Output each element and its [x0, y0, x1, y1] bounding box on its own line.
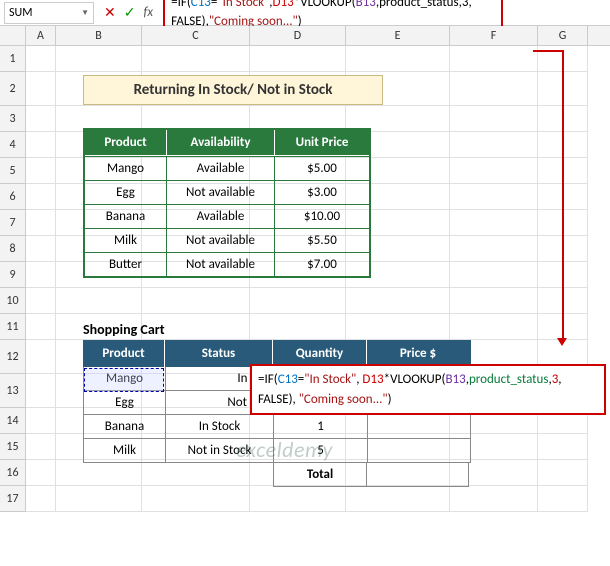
- row-header-17[interactable]: 17: [0, 486, 25, 512]
- cart-table-header: Product Status Quantity Price $: [83, 340, 471, 367]
- cells-area[interactable]: Returning In Stock/ Not in Stock Product…: [26, 46, 610, 512]
- row-header-14[interactable]: 14: [0, 408, 25, 434]
- th-product: Product: [85, 130, 167, 155]
- product-table-header: Product Availability Unit Price: [85, 130, 369, 156]
- row-header-10[interactable]: 10: [0, 288, 25, 314]
- col-header-C[interactable]: C: [142, 26, 250, 45]
- spreadsheet-area: A B C D E F G 1 2 3 4 5 6 7 8 9 10 11 12…: [0, 26, 610, 512]
- table-row: MilkNot in Stock5: [83, 439, 471, 463]
- col-header-D[interactable]: D: [250, 26, 346, 45]
- select-all-corner[interactable]: [0, 26, 26, 45]
- row-header-12[interactable]: 12: [0, 340, 25, 374]
- table-row: EggNot available$3.00: [85, 180, 369, 204]
- accept-formula-icon[interactable]: ✓: [124, 4, 136, 21]
- th-cart-price: Price $: [367, 340, 469, 367]
- th-cart-product: Product: [83, 340, 165, 367]
- cancel-formula-icon[interactable]: ✕: [104, 4, 116, 21]
- row-header-9[interactable]: 9: [0, 262, 25, 288]
- table-row: MangoAvailable$5.00: [85, 156, 369, 180]
- th-cart-qty: Quantity: [273, 340, 367, 367]
- name-box-value: SUM: [9, 6, 32, 20]
- total-label: Total: [274, 463, 367, 486]
- cart-title: Shopping Cart: [83, 321, 165, 338]
- col-header-A[interactable]: A: [26, 26, 56, 45]
- row-header-13[interactable]: 13: [0, 374, 25, 408]
- row-header-3[interactable]: 3: [0, 106, 25, 132]
- column-headers: A B C D E F G: [0, 26, 610, 46]
- sheet-title: Returning In Stock/ Not in Stock: [83, 75, 383, 105]
- row-header-5[interactable]: 5: [0, 158, 25, 184]
- row-header-4[interactable]: 4: [0, 132, 25, 158]
- formula-bar-row: SUM ▼ ✕ ✓ fx =IF(C13="In Stock", D13*VLO…: [0, 0, 610, 26]
- row-header-2[interactable]: 2: [0, 72, 25, 106]
- formula-controls: ✕ ✓ fx: [100, 4, 157, 21]
- chevron-down-icon[interactable]: ▼: [81, 8, 89, 18]
- annotation-arrow-line-v: [562, 50, 564, 340]
- table-row: BananaIn Stock1: [83, 415, 471, 439]
- row-header-15[interactable]: 15: [0, 434, 25, 460]
- th-unitprice: Unit Price: [275, 130, 369, 155]
- col-header-E[interactable]: E: [346, 26, 450, 45]
- th-cart-status: Status: [165, 340, 273, 367]
- row-header-6[interactable]: 6: [0, 184, 25, 210]
- name-box[interactable]: SUM ▼: [4, 2, 94, 24]
- table-row: BananaAvailable$10.00: [85, 204, 369, 228]
- row-headers: 1 2 3 4 5 6 7 8 9 10 11 12 13 14 15 16 1…: [0, 46, 26, 512]
- total-value[interactable]: [367, 463, 468, 486]
- th-availability: Availability: [167, 130, 275, 155]
- col-header-F[interactable]: F: [450, 26, 538, 45]
- col-header-B[interactable]: B: [56, 26, 142, 45]
- annotation-arrow-head-icon: [557, 338, 567, 346]
- product-table: Product Availability Unit Price MangoAva…: [83, 128, 371, 278]
- annotation-arrow-line-h: [533, 50, 563, 52]
- selected-cell-b13[interactable]: [84, 368, 164, 392]
- grid-body: 1 2 3 4 5 6 7 8 9 10 11 12 13 14 15 16 1…: [0, 46, 610, 512]
- row-header-11[interactable]: 11: [0, 314, 25, 340]
- row-header-8[interactable]: 8: [0, 236, 25, 262]
- row-header-1[interactable]: 1: [0, 46, 25, 72]
- fx-icon[interactable]: fx: [143, 5, 153, 20]
- table-row: ButterNot available$7.00: [85, 252, 369, 276]
- col-header-G[interactable]: G: [538, 26, 588, 45]
- table-row: MilkNot available$5.50: [85, 228, 369, 252]
- row-header-16[interactable]: 16: [0, 460, 25, 486]
- total-row: Total: [273, 463, 469, 487]
- row-header-7[interactable]: 7: [0, 210, 25, 236]
- formula-tooltip: =IF(C13="In Stock", D13*VLOOKUP(B13,prod…: [250, 364, 606, 415]
